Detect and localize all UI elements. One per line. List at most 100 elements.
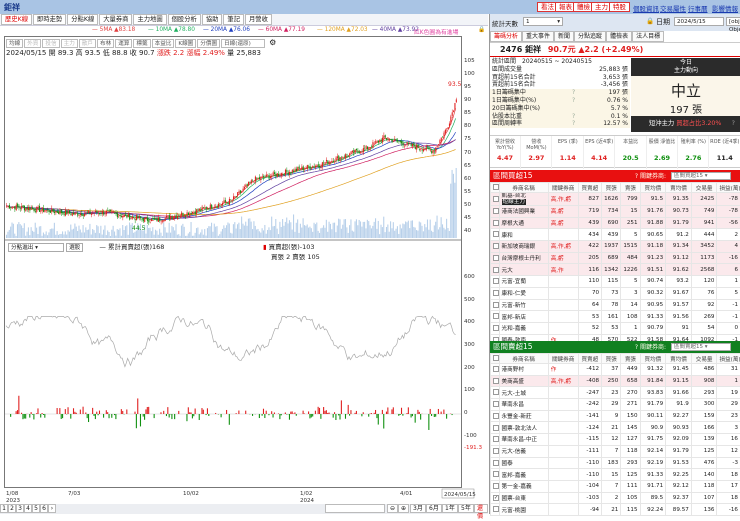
table-row[interactable]: 元大高,作1161342122691.5191.6225686 xyxy=(491,264,740,276)
toolbar-button[interactable]: 布林 xyxy=(97,39,114,48)
page-button[interactable]: 4 xyxy=(24,504,32,513)
toolbar-button[interactable]: 分價圖 xyxy=(197,39,220,48)
row-checkbox[interactable] xyxy=(493,290,499,296)
broker-name[interactable]: 新加坡商瑞銀 xyxy=(502,244,536,250)
checkbox[interactable] xyxy=(493,184,499,190)
table-row[interactable]: 光和-嘉義5253190.7991540 xyxy=(491,322,740,334)
zoom-out-icon[interactable]: ⊖ xyxy=(387,504,398,513)
row-checkbox-cell[interactable] xyxy=(491,457,500,469)
row-checkbox-cell[interactable] xyxy=(491,434,500,446)
column-header[interactable]: 損益(萬) xyxy=(717,354,740,364)
row-checkbox[interactable] xyxy=(493,302,499,308)
row-checkbox-cell[interactable] xyxy=(491,264,500,276)
row-checkbox[interactable] xyxy=(493,436,499,442)
row-checkbox[interactable] xyxy=(493,460,499,466)
right-tab[interactable]: 分點追蹤 xyxy=(574,31,606,42)
range-button[interactable]: 3月 xyxy=(410,504,426,513)
impact-link[interactable]: 影響情報 xyxy=(712,3,738,13)
toolbar-button[interactable]: 散戶 xyxy=(79,39,96,48)
broker-name[interactable]: 港商野村 xyxy=(502,367,524,373)
row-checkbox[interactable] xyxy=(493,278,499,284)
column-header[interactable]: 買賣超 xyxy=(578,183,602,193)
row-checkbox-cell[interactable]: ✓ xyxy=(491,492,500,504)
column-header[interactable]: 買均價 xyxy=(640,354,666,364)
row-checkbox-cell[interactable] xyxy=(491,276,500,288)
page-button[interactable]: 1 xyxy=(0,504,8,513)
toolbar-button[interactable]: 投信 xyxy=(42,39,59,48)
column-header[interactable]: 賣張 xyxy=(621,183,640,193)
range-button[interactable]: 5年 xyxy=(458,504,474,513)
broker-name[interactable]: 國泰 xyxy=(502,461,513,467)
broker-name[interactable]: 康和 xyxy=(502,233,513,239)
row-checkbox[interactable] xyxy=(493,231,499,237)
row-checkbox[interactable] xyxy=(493,325,499,331)
column-header[interactable]: 買均價 xyxy=(640,183,666,193)
row-checkbox-cell[interactable] xyxy=(491,480,500,492)
today-button[interactable]: [object Object] xyxy=(726,17,740,26)
table-row[interactable]: 元富-新竹64781490.9591.5792-1 xyxy=(491,299,740,311)
right-tab[interactable]: 重大事件 xyxy=(522,31,554,42)
broker-name[interactable]: 國票-台東 xyxy=(502,496,526,502)
table-row[interactable]: 台灣摩根士丹利高,虧20568948491.2391.121173-16 xyxy=(491,252,740,264)
right-tab[interactable]: 體檢表 xyxy=(606,31,632,42)
row-checkbox[interactable] xyxy=(493,378,499,384)
row-checkbox-cell[interactable] xyxy=(491,299,500,311)
column-header[interactable]: 券商名稱 xyxy=(499,354,548,364)
table-row[interactable]: 富邦-新店5316110891.3391.56269-1 xyxy=(491,311,740,323)
row-checkbox-cell[interactable] xyxy=(491,469,500,481)
stat-days-select[interactable]: 1▾ xyxy=(523,17,563,26)
broker-name[interactable]: 台灣摩根士丹利 xyxy=(502,256,541,262)
table-row[interactable]: 新加坡商瑞銀高,作,虧4221937151591.1891.3434524 xyxy=(491,241,740,253)
page-button[interactable]: 5 xyxy=(32,504,40,513)
column-header[interactable]: 交易量 xyxy=(691,183,717,193)
period-select[interactable]: 日線(還原) xyxy=(221,39,265,48)
toolbar-button[interactable]: 均線 xyxy=(6,39,23,48)
range-button[interactable]: 1年 xyxy=(442,504,458,513)
row-checkbox[interactable]: ✓ xyxy=(493,495,499,501)
sell-key-select[interactable]: 區間賣超15 ▾ xyxy=(671,343,731,351)
toolbar-button[interactable]: K線圖 xyxy=(175,39,196,48)
right-tab[interactable]: 籌碼分析 xyxy=(490,31,522,42)
table-row[interactable]: 華南永昌-2422927191.7991.930029 xyxy=(491,399,740,411)
table-row[interactable]: 摩根大通高,虧43969025191.8891.79941-56 xyxy=(491,217,740,229)
column-header[interactable]: 賣張 xyxy=(621,354,640,364)
row-checkbox-cell[interactable] xyxy=(491,311,500,323)
row-checkbox[interactable] xyxy=(493,425,499,431)
column-header[interactable]: 損益(萬) xyxy=(717,183,740,193)
kline-chart[interactable]: 93.544.51/0820237/0310/021/0220244/01202… xyxy=(0,0,490,504)
broker-name[interactable]: 元富-新竹 xyxy=(502,303,526,309)
table-row[interactable]: 康和434439590.6591.24442 xyxy=(491,229,740,241)
lock-icon[interactable]: 🔒 xyxy=(646,17,654,25)
calendar-link[interactable]: 行事曆 xyxy=(688,3,708,13)
row-checkbox-cell[interactable] xyxy=(491,193,500,206)
column-header[interactable]: 賣均價 xyxy=(666,354,692,364)
zoom-in-icon[interactable]: ⊕ xyxy=(398,504,409,513)
broker-name[interactable]: 光和-嘉義 xyxy=(502,326,526,332)
page-button[interactable]: 2 xyxy=(8,504,16,513)
page-button[interactable]: 6 xyxy=(40,504,48,513)
toolbar-button[interactable]: 運算 xyxy=(115,39,132,48)
row-checkbox-cell[interactable] xyxy=(491,387,500,399)
help-icon[interactable]: ? xyxy=(732,116,735,132)
row-checkbox[interactable] xyxy=(493,401,499,407)
row-checkbox-cell[interactable] xyxy=(491,206,500,218)
right-tab[interactable]: 法人目標 xyxy=(632,31,664,42)
help-icon[interactable]: ? xyxy=(572,89,575,97)
row-checkbox[interactable] xyxy=(493,471,499,477)
table-row[interactable]: 富邦-嘉義-1101512591.3392.2514018 xyxy=(491,469,740,481)
broker-name[interactable]: 元富-宜蘭 xyxy=(502,279,526,285)
more-pages-icon[interactable]: › xyxy=(48,504,56,513)
row-checkbox[interactable] xyxy=(493,255,499,261)
row-checkbox-cell[interactable] xyxy=(491,422,500,434)
broker-name[interactable]: 摩根大通 xyxy=(502,221,524,227)
table-row[interactable]: 華南永昌-中正-1151212791.7592.0913916 xyxy=(491,434,740,446)
branch-select[interactable]: 分點進出 ▾ xyxy=(8,243,64,252)
broker-name[interactable]: 元大 xyxy=(502,268,513,274)
help-icon[interactable]: ? xyxy=(572,97,575,105)
row-checkbox[interactable] xyxy=(493,366,499,372)
column-header[interactable]: 券商名稱 xyxy=(499,183,548,193)
toolbar-button[interactable]: 外資 xyxy=(24,39,41,48)
select-all-checkbox[interactable] xyxy=(491,183,500,193)
broker-name[interactable]: 康和-仁愛 xyxy=(502,291,526,297)
right-tab[interactable]: 新聞 xyxy=(554,31,574,42)
